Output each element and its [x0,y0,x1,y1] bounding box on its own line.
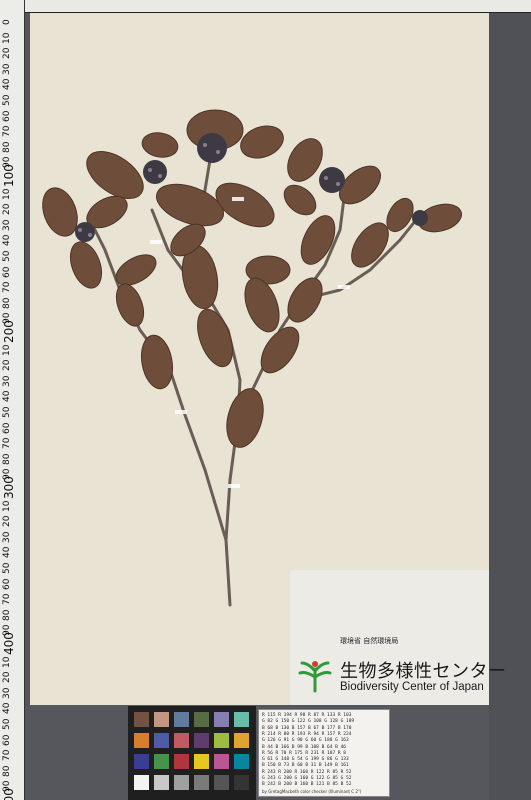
color-checker [128,706,256,800]
color-card-footer: by GretagMacbeth color checker (Illumina… [262,789,362,794]
color-patch [134,775,149,790]
center-name-jp: 生物多様性センター [340,661,507,682]
color-patch [134,712,149,727]
color-patch [174,733,189,748]
color-patch [214,712,229,727]
color-value-row: G 61 G 148 G 54 G 199 G 86 G 133 [262,757,349,763]
color-patch [214,754,229,769]
color-patch [194,712,209,727]
color-patch [194,754,209,769]
biodiversity-center-logo [298,661,332,693]
color-patch [234,712,249,727]
color-patch [174,712,189,727]
color-patch [154,733,169,748]
color-value-row: R 214 R 80 R 193 R 94 R 157 R 224 [262,731,352,737]
org-name-jp: 環境省 自然環境局 [340,637,399,645]
color-value-row: R 56 R 70 R 175 R 231 R 187 R 8 [262,750,346,756]
color-value-row: B 68 B 130 B 157 B 67 B 177 B 170 [262,725,352,731]
color-value-row: G 82 G 150 G 122 G 108 G 128 G 189 [262,719,355,725]
color-value-row: R 243 R 200 R 160 R 122 R 85 R 52 [262,769,352,775]
color-patch [234,733,249,748]
color-value-card: by GretagMacbeth color checker (Illumina… [258,709,390,797]
color-patch [234,775,249,790]
color-patch [174,775,189,790]
center-name-en: Biodiversity Center of Japan [340,681,484,693]
color-patch [174,754,189,769]
color-patch [214,733,229,748]
color-value-row: G 126 G 91 G 90 G 60 G 188 G 163 [262,738,349,744]
color-patch [194,775,209,790]
color-patch [234,754,249,769]
herbarium-scan: 0 10 20 30 40 50 60 70 80 90 100 10 20 30 40 50 60 70 80 90… [0,0,531,800]
color-patch [194,733,209,748]
color-value-row: G 243 G 200 G 160 G 122 G 85 G 52 [262,776,352,781]
color-value-row: B 44 B 166 B 99 B 108 B 64 B 46 [262,744,346,750]
color-value-row: R 115 R 194 R 98 R 87 R 133 R 103 [262,713,352,718]
color-patch [214,775,229,790]
color-value-row: B 242 B 200 B 160 B 121 B 85 B 52 [262,782,352,788]
color-patch [154,754,169,769]
color-patch [154,775,169,790]
color-patch [154,712,169,727]
color-value-row: B 150 B 73 B 60 B 31 B 149 B 161 [262,763,349,769]
color-patch [134,733,149,748]
color-patch [134,754,149,769]
